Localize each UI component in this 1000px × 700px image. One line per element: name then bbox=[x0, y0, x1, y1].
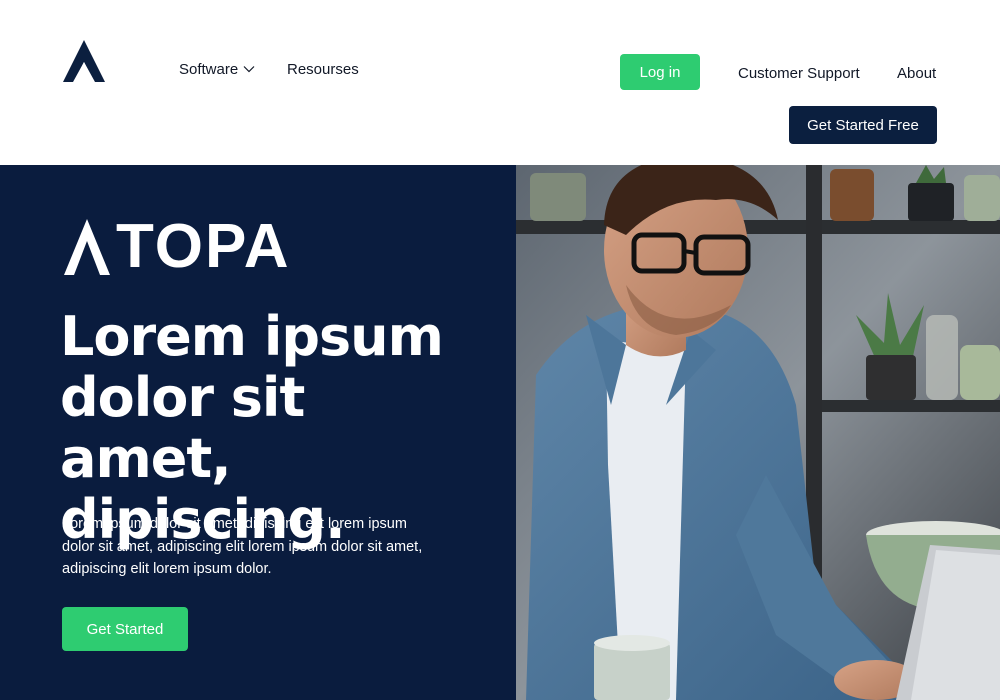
hero-photo bbox=[516, 165, 1000, 700]
nav-resources-link[interactable]: Resourses bbox=[287, 58, 359, 80]
atopa-logo-icon[interactable] bbox=[63, 40, 105, 82]
nav-software-dropdown[interactable]: Software bbox=[179, 58, 256, 80]
get-started-free-button[interactable]: Get Started Free bbox=[789, 106, 937, 144]
nav-about-link[interactable]: About bbox=[897, 62, 936, 84]
site-header: Software Resourses Log in Customer Suppo… bbox=[0, 0, 1000, 165]
chevron-down-icon bbox=[243, 66, 255, 73]
brand-name: TOPA bbox=[116, 212, 291, 281]
nav-customer-support-link[interactable]: Customer Support bbox=[738, 62, 860, 84]
brand-a-logo-icon bbox=[64, 219, 110, 275]
hero-title-line: Lorem ipsum bbox=[60, 305, 444, 368]
hero-title-line: dolor sit amet, bbox=[60, 366, 305, 490]
brand-wordmark: TOPA bbox=[64, 214, 291, 280]
get-started-button[interactable]: Get Started bbox=[62, 607, 188, 651]
login-button[interactable]: Log in bbox=[620, 54, 700, 90]
nav-software-label: Software bbox=[179, 60, 239, 78]
man-with-laptop-image bbox=[516, 165, 1000, 700]
hero-description: Lorem ipsum dolor sit amet, dipiscing el… bbox=[62, 516, 423, 577]
